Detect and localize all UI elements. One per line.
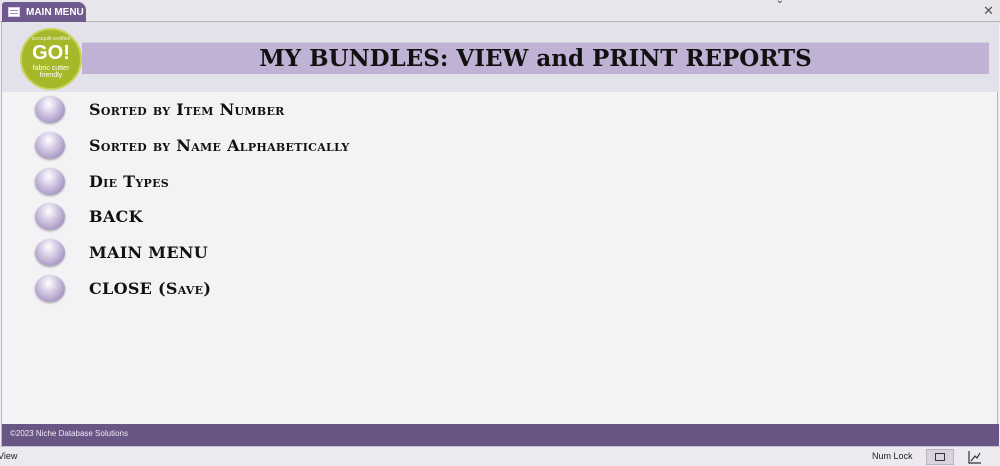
layout-view-button[interactable] [962, 449, 990, 465]
status-bar: View Num Lock [0, 446, 1000, 466]
menu-button-icon[interactable] [35, 202, 65, 230]
menu-item-label: Sorted by Name Alphabetically [89, 135, 350, 155]
tab-main-menu[interactable]: MAIN MENU [2, 2, 86, 22]
menu-item-die-types[interactable]: Die Types [35, 166, 455, 196]
main-form: accuquilt certified GO! fabric cutter fr… [1, 22, 999, 446]
layout-view-icon [968, 451, 981, 464]
menu-button-icon[interactable] [35, 167, 65, 195]
title-band: MY BUNDLES: VIEW and PRINT REPORTS [82, 42, 989, 74]
logo-sub-line1: fabric cutter [32, 65, 70, 72]
menu-item-label: Die Types [89, 171, 170, 191]
copyright-text: ©2023 Niche Database Solutions [10, 429, 128, 438]
ribbon-caret-icon[interactable]: ⌄ [776, 0, 784, 6]
close-icon[interactable]: ✕ [983, 3, 994, 19]
logo-go-text: GO! [32, 42, 70, 64]
logo-sub-text: fabric cutter friendly [22, 65, 80, 79]
menu-item-sorted-by-name[interactable]: Sorted by Name Alphabetically [35, 130, 455, 160]
menu-button-icon[interactable] [35, 131, 65, 159]
menu-button-icon[interactable] [35, 95, 65, 123]
document-tab-bar: MAIN MENU ⌄ ✕ [0, 0, 1000, 22]
menu-item-label: CLOSE (Save) [89, 278, 212, 298]
form-header: accuquilt certified GO! fabric cutter fr… [2, 22, 999, 92]
page-title: MY BUNDLES: VIEW and PRINT REPORTS [259, 45, 812, 72]
num-lock-indicator: Num Lock [872, 451, 913, 461]
menu-item-main-menu[interactable]: MAIN MENU [35, 237, 455, 267]
form-view-icon [935, 453, 945, 461]
menu-item-label: Sorted by Item Number [89, 99, 285, 119]
menu-button-icon[interactable] [35, 238, 65, 266]
form-view-button[interactable] [926, 449, 954, 465]
menu-item-close-save[interactable]: CLOSE (Save) [35, 273, 455, 303]
menu-item-back[interactable]: BACK [35, 201, 455, 231]
logo-sub-line2: friendly [39, 72, 63, 79]
status-view-text: View [0, 451, 18, 461]
menu-item-label: BACK [89, 206, 143, 226]
go-logo: accuquilt certified GO! fabric cutter fr… [20, 28, 82, 90]
menu-item-sorted-by-item-number[interactable]: Sorted by Item Number [35, 94, 455, 124]
menu-button-icon[interactable] [35, 274, 65, 302]
menu-item-label: MAIN MENU [89, 242, 208, 262]
form-icon [8, 7, 20, 17]
tab-label: MAIN MENU [26, 6, 84, 18]
form-footer: ©2023 Niche Database Solutions [2, 424, 999, 446]
